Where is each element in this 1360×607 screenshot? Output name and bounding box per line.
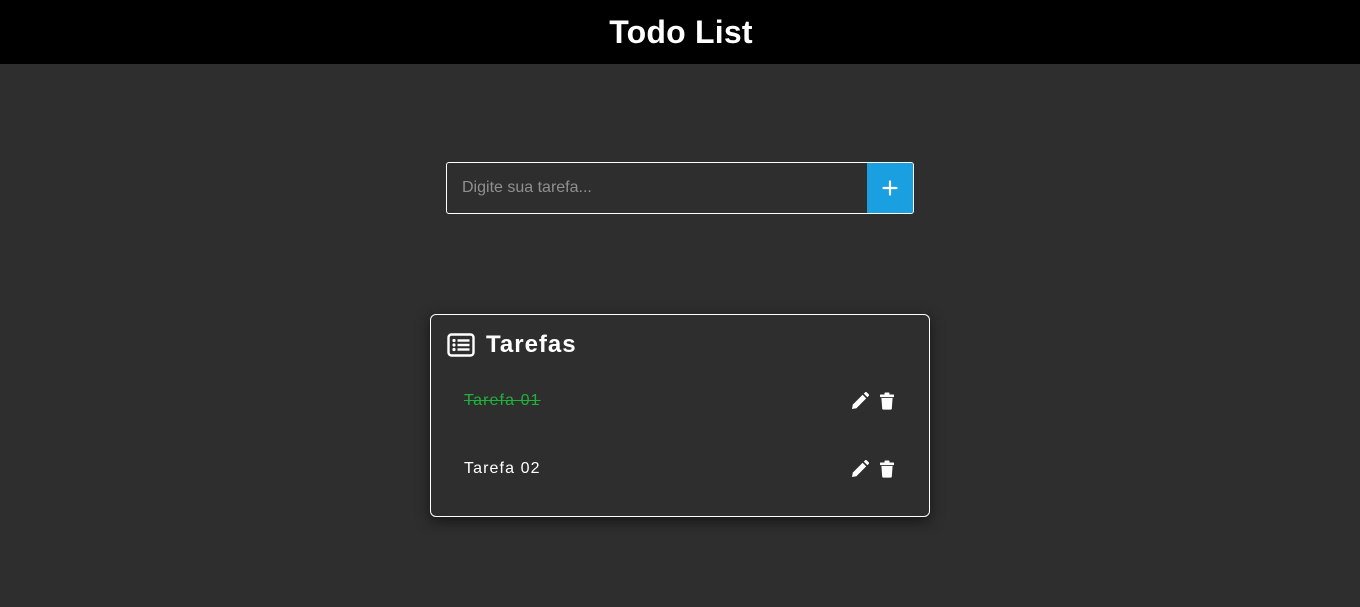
tasks-panel: Tarefas Tarefa 01 Tarefa 02 bbox=[430, 314, 930, 517]
task-item: Tarefa 02 bbox=[464, 457, 896, 481]
trash-icon bbox=[879, 460, 894, 478]
task-label[interactable]: Tarefa 02 bbox=[464, 460, 541, 478]
edit-task-button[interactable] bbox=[850, 460, 869, 479]
task-actions bbox=[850, 392, 896, 411]
app-header: Todo List bbox=[0, 0, 1360, 64]
plus-icon bbox=[882, 180, 898, 196]
edit-task-button[interactable] bbox=[850, 392, 869, 411]
task-input[interactable] bbox=[447, 163, 867, 213]
tasks-panel-header: Tarefas bbox=[447, 331, 577, 359]
pencil-icon bbox=[851, 392, 869, 409]
delete-task-button[interactable] bbox=[877, 460, 896, 479]
page-title: Todo List bbox=[609, 13, 753, 50]
tasks-panel-title: Tarefas bbox=[486, 331, 577, 358]
task-actions bbox=[850, 460, 896, 479]
task-item: Tarefa 01 bbox=[464, 389, 896, 413]
add-task-button[interactable] bbox=[867, 163, 913, 213]
list-icon bbox=[447, 333, 475, 357]
trash-icon bbox=[879, 392, 894, 410]
pencil-icon bbox=[851, 460, 869, 477]
new-task-form bbox=[446, 162, 914, 214]
task-label[interactable]: Tarefa 01 bbox=[464, 392, 541, 410]
delete-task-button[interactable] bbox=[877, 392, 896, 411]
